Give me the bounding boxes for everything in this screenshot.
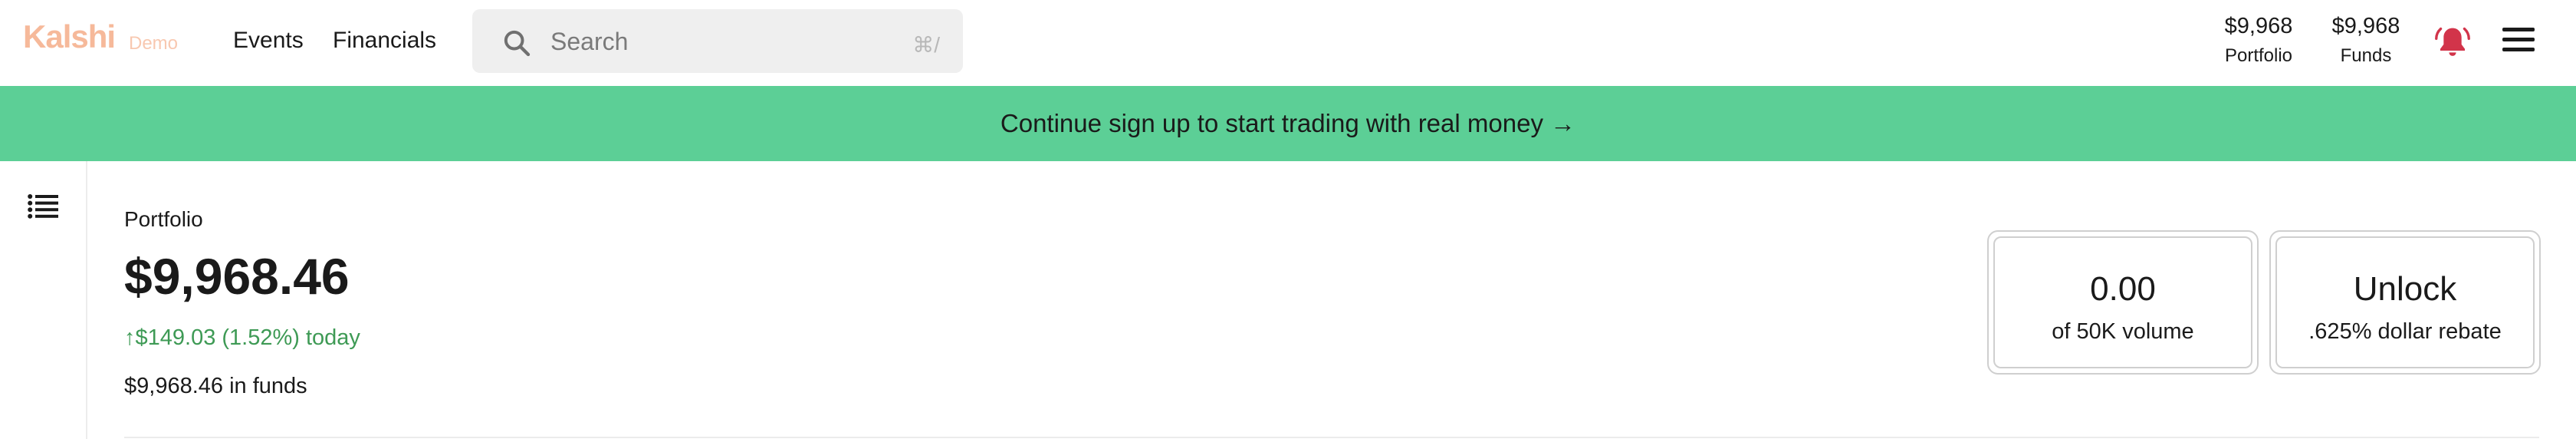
rebate-card-title: Unlock — [2353, 270, 2457, 308]
top-header: Kalshi Demo Events Financials ⌘/ $9,968 … — [0, 0, 2576, 84]
header-portfolio-value: $9,968 — [2224, 14, 2293, 38]
header-funds-stat[interactable]: $9,968 Funds — [2321, 14, 2410, 67]
header-funds-value: $9,968 — [2331, 14, 2400, 38]
portfolio-label: Portfolio — [124, 207, 203, 231]
search-input[interactable] — [550, 25, 872, 58]
volume-card-inner: 0.00 of 50K volume — [1993, 236, 2252, 368]
volume-card-value: 0.00 — [2090, 270, 2156, 308]
nav-events-link[interactable]: Events — [233, 28, 304, 54]
hamburger-menu-icon[interactable] — [2502, 28, 2535, 54]
signup-banner[interactable]: Continue sign up to start trading with r… — [0, 86, 2576, 161]
search-shortcut-hint: ⌘/ — [912, 33, 940, 57]
kalshi-logo[interactable]: Kalshi — [23, 18, 116, 55]
rebate-card-inner: Unlock .625% dollar rebate — [2275, 236, 2535, 368]
left-sidebar — [0, 161, 87, 439]
search-bar[interactable]: ⌘/ — [472, 9, 963, 73]
header-funds-label: Funds — [2340, 45, 2392, 66]
section-divider — [124, 437, 2539, 438]
rebate-unlock-card[interactable]: Unlock .625% dollar rebate — [2269, 230, 2541, 375]
search-icon — [504, 30, 531, 57]
volume-card[interactable]: 0.00 of 50K volume — [1987, 230, 2259, 375]
header-portfolio-stat[interactable]: $9,968 Portfolio — [2214, 14, 2303, 67]
bell-icon[interactable] — [2433, 23, 2472, 61]
nav-financials-link[interactable]: Financials — [333, 28, 436, 54]
portfolio-change-today: ↑$149.03 (1.52%) today — [124, 325, 360, 350]
portfolio-funds-line: $9,968.46 in funds — [124, 374, 307, 398]
volume-card-caption: of 50K volume — [2052, 319, 2194, 344]
signup-banner-text: Continue sign up to start trading with r… — [1000, 109, 1576, 137]
rebate-card-caption: .625% dollar rebate — [2308, 319, 2502, 344]
header-portfolio-label: Portfolio — [2224, 45, 2293, 66]
demo-badge: Demo — [129, 33, 179, 54]
list-icon[interactable] — [28, 193, 58, 220]
portfolio-value: $9,968.46 — [124, 248, 350, 305]
